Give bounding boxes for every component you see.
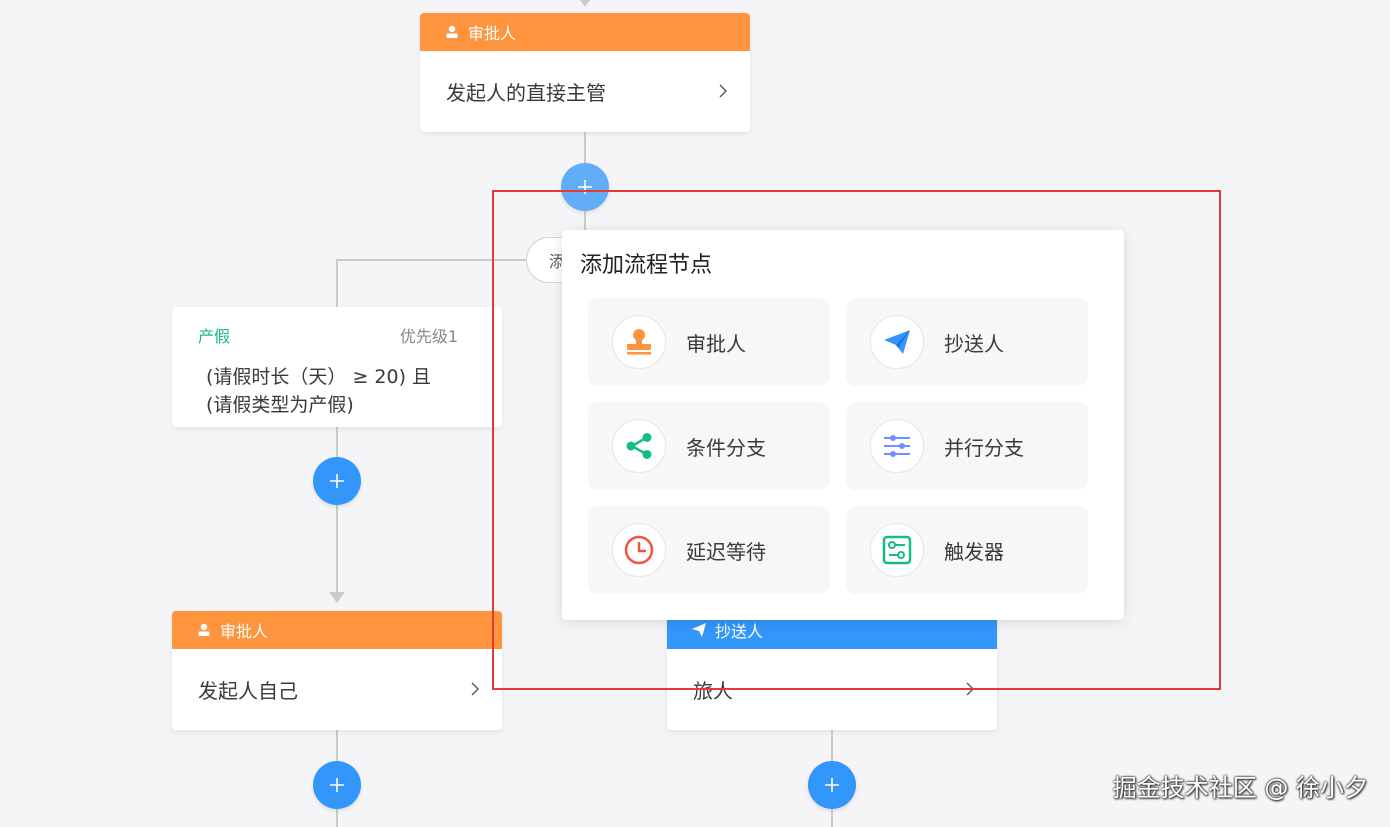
option-label: 审批人 [686, 331, 746, 356]
cc-node-content: 旅人 [693, 678, 733, 703]
approver-node-content: 发起人的直接主管 [446, 80, 606, 105]
plus-icon [825, 778, 839, 792]
user-icon [198, 623, 210, 636]
plus-icon [330, 778, 344, 792]
connector-line [584, 208, 586, 232]
cc-node[interactable]: 抄送人 旅人 [667, 611, 997, 730]
option-condition-branch[interactable]: 条件分支 [588, 402, 830, 490]
send-icon [870, 315, 924, 369]
parallel-icon [870, 419, 924, 473]
option-label: 抄送人 [944, 331, 1004, 356]
popover-title: 添加流程节点 [580, 253, 713, 278]
connector-line [336, 259, 338, 309]
option-delay-wait[interactable]: 延迟等待 [588, 506, 830, 594]
watermark: 掘金技术社区 @ 徐小夕 [1112, 774, 1368, 802]
connector-line [831, 806, 833, 827]
condition-priority: 优先级1 [399, 327, 458, 346]
option-approver[interactable]: 审批人 [588, 298, 830, 386]
approver-node-top[interactable]: 审批人 发起人的直接主管 [420, 13, 750, 132]
option-label: 并行分支 [944, 435, 1024, 460]
chevron-right-icon[interactable] [963, 682, 977, 696]
condition-title: 产假 [198, 327, 231, 346]
approver-node-title: 审批人 [468, 24, 517, 43]
approver-node-header: 审批人 [172, 611, 502, 649]
share-icon [612, 419, 666, 473]
option-label: 条件分支 [686, 435, 766, 460]
condition-expression: (请假时长（天） ≥ 20) 且 (请假类型为产假) [206, 363, 431, 419]
option-label: 触发器 [944, 539, 1004, 564]
arrow-down [329, 592, 345, 603]
approver-node-title: 审批人 [220, 622, 269, 641]
add-node-button[interactable] [808, 761, 856, 809]
option-trigger[interactable]: 触发器 [846, 506, 1088, 594]
option-parallel-branch[interactable]: 并行分支 [846, 402, 1088, 490]
plus-icon [578, 180, 592, 194]
connector-line [584, 132, 586, 166]
stamp-icon [612, 315, 666, 369]
condition-line-2: (请假类型为产假) [206, 394, 354, 416]
arrow-top [577, 0, 593, 7]
trigger-icon [870, 523, 924, 577]
add-node-popover: 添加流程节点 审批人 抄送人 条件分支 并行分支 延迟等待 触发器 [562, 230, 1124, 620]
option-label: 延迟等待 [686, 539, 766, 564]
clock-icon [612, 523, 666, 577]
send-icon [692, 623, 706, 637]
connector-line [336, 728, 338, 764]
condition-line-1: (请假时长（天） ≥ 20) 且 [206, 366, 432, 388]
connector-line [831, 728, 833, 764]
approver-node-content: 发起人自己 [198, 678, 298, 703]
approver-node-bottom[interactable]: 审批人 发起人自己 [172, 611, 502, 730]
add-node-button-active[interactable] [561, 163, 609, 211]
plus-icon [330, 474, 344, 488]
connector-line [336, 806, 338, 827]
approver-node-header: 审批人 [420, 13, 750, 51]
user-icon [446, 25, 458, 38]
add-node-button[interactable] [313, 761, 361, 809]
connector-line [336, 504, 338, 596]
chevron-right-icon[interactable] [468, 682, 482, 696]
condition-node[interactable]: 产假 优先级1 (请假时长（天） ≥ 20) 且 (请假类型为产假) [172, 307, 502, 427]
chevron-right-icon[interactable] [716, 84, 730, 98]
add-node-button[interactable] [313, 457, 361, 505]
cc-node-title: 抄送人 [715, 622, 764, 641]
option-cc[interactable]: 抄送人 [846, 298, 1088, 386]
branch-horizontal-line [336, 259, 536, 261]
